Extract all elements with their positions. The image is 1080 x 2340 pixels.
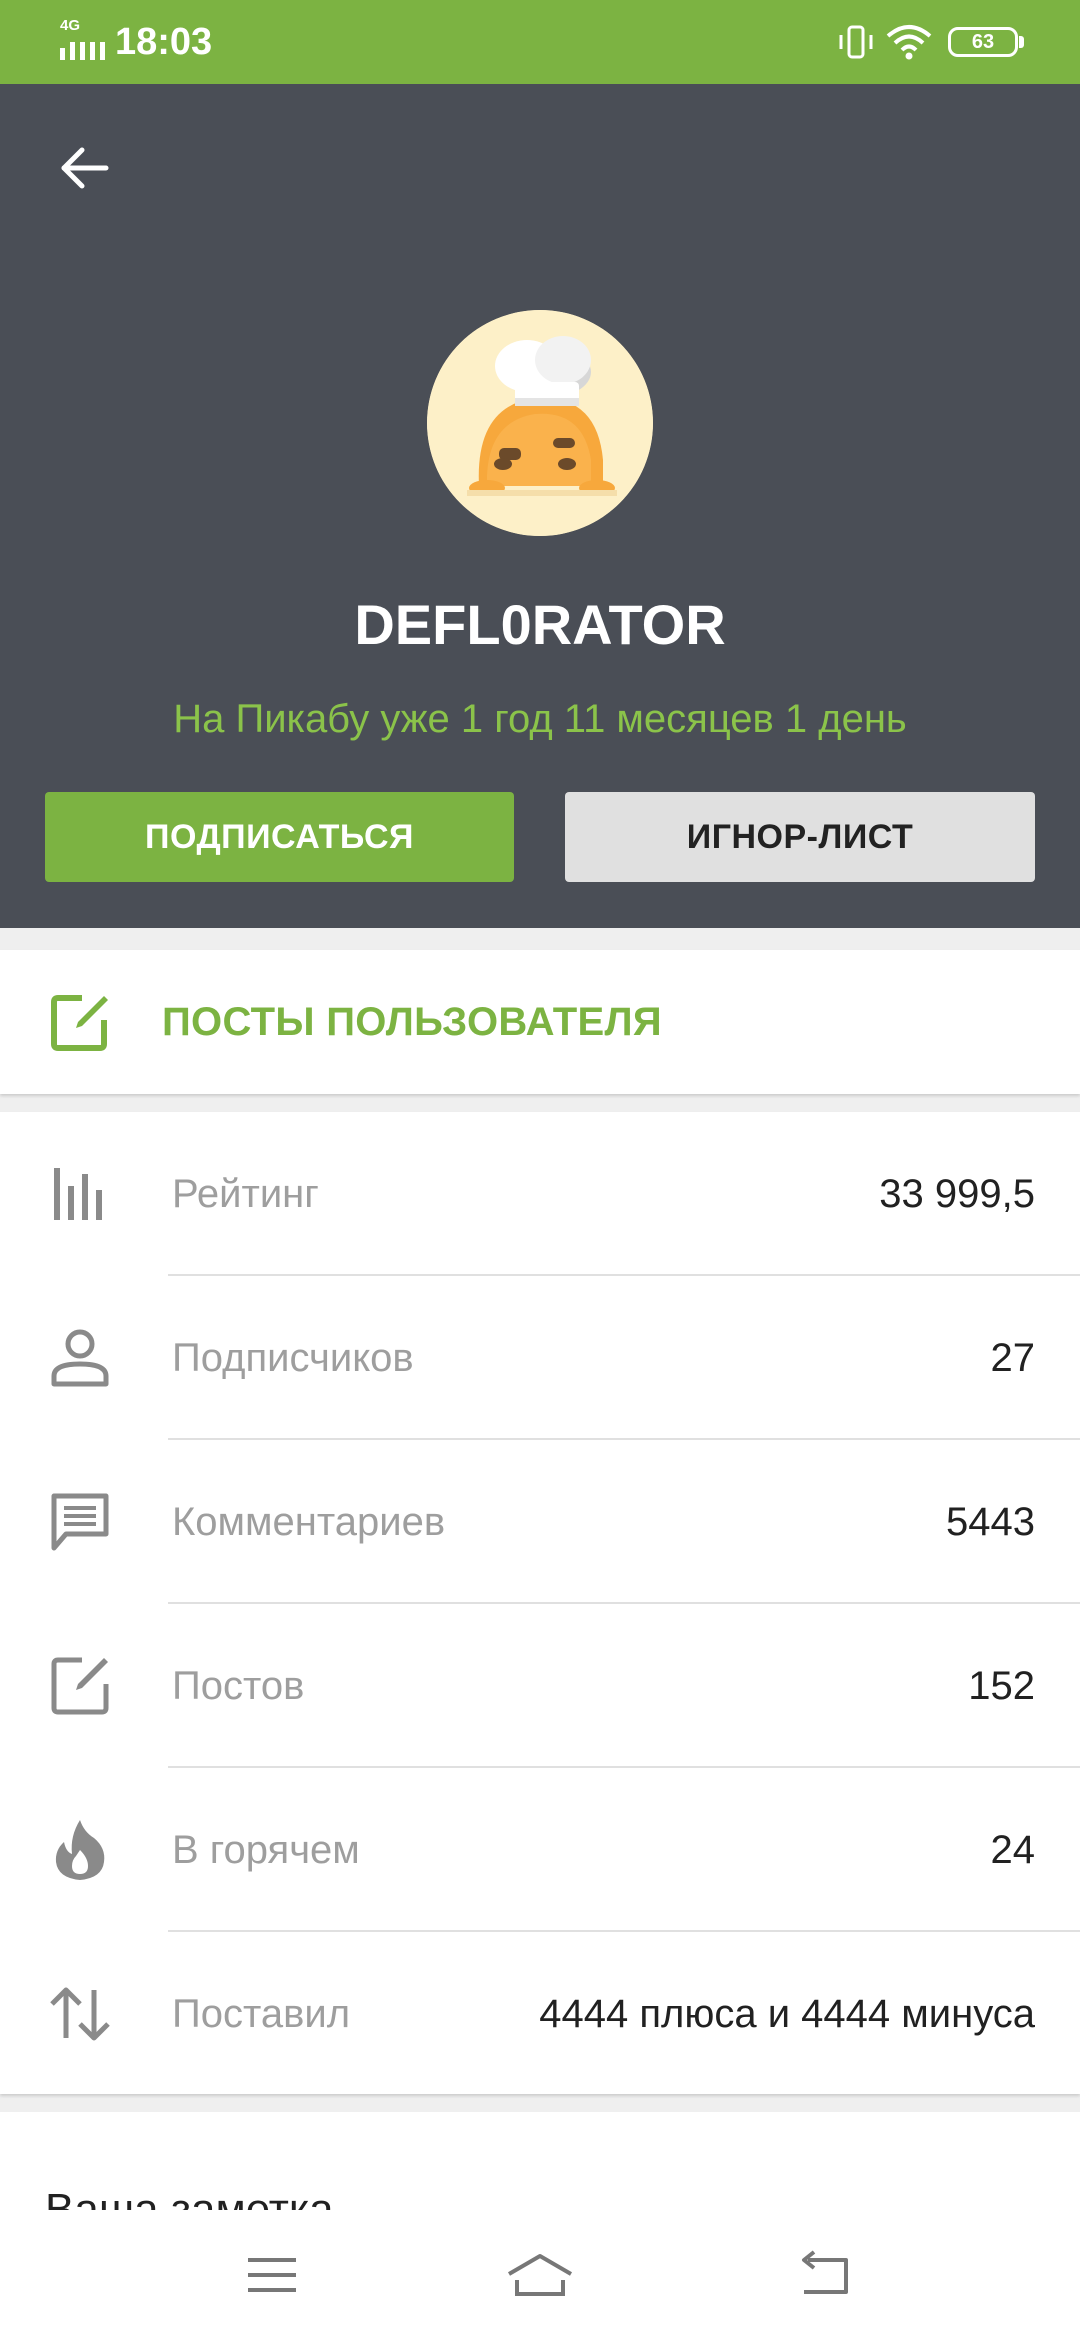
menu-icon bbox=[248, 2258, 296, 2292]
flame-icon bbox=[55, 1820, 105, 1880]
stat-label: Постов bbox=[172, 1664, 305, 1708]
stat-label: Подписчиков bbox=[172, 1336, 414, 1380]
ignore-list-button[interactable]: ИГНОР-ЛИСТ bbox=[565, 792, 1035, 882]
edit-square-icon bbox=[51, 1657, 109, 1715]
vibrate-icon bbox=[839, 25, 873, 59]
wifi-icon bbox=[886, 25, 932, 60]
user-posts-link[interactable]: ПОСТЫ ПОЛЬЗОВАТЕЛЯ bbox=[0, 950, 1080, 1094]
stat-label: Поставил bbox=[172, 1992, 351, 2036]
stat-row-hot: В горячем 24 bbox=[0, 1768, 1080, 1932]
clock: 18:03 bbox=[115, 21, 213, 63]
menu-nav-button[interactable] bbox=[232, 2240, 312, 2310]
stat-row-votes: Поставил 4444 плюса и 4444 минуса bbox=[0, 1932, 1080, 2096]
stat-value: 33 999,5 bbox=[879, 1172, 1035, 1216]
user-stats-list: Рейтинг 33 999,5 Подписчиков 27 Коммента… bbox=[0, 1112, 1080, 2094]
profile-header: DEFL0RATOR На Пикабу уже 1 год 11 месяце… bbox=[0, 84, 1080, 928]
person-icon bbox=[51, 1329, 109, 1387]
stat-row-rating: Рейтинг 33 999,5 bbox=[0, 1112, 1080, 1276]
home-icon bbox=[507, 2254, 573, 2296]
comment-icon bbox=[51, 1493, 109, 1551]
profile-page: 4G 18:03 63 DEFL0RATOR На Пикабу уже 1 г… bbox=[0, 0, 1080, 2340]
edit-square-icon bbox=[51, 995, 108, 1051]
stat-row-posts: Постов 152 bbox=[0, 1604, 1080, 1768]
stat-value: 4444 плюса и 4444 минуса bbox=[539, 1992, 1035, 2036]
up-down-arrows-icon bbox=[50, 1987, 110, 2041]
user-posts-label: ПОСТЫ ПОЛЬЗОВАТЕЛЯ bbox=[162, 1000, 662, 1044]
battery-icon: 63 bbox=[948, 27, 1018, 57]
arrow-left-icon bbox=[61, 147, 109, 189]
back-nav-button[interactable] bbox=[784, 2240, 864, 2310]
back-nav-icon bbox=[802, 2250, 848, 2294]
subscribe-button[interactable]: ПОДПИСАТЬСЯ bbox=[45, 792, 514, 882]
stat-value: 27 bbox=[990, 1336, 1036, 1380]
bar-chart-icon bbox=[54, 1168, 102, 1220]
battery-percent: 63 bbox=[971, 31, 995, 53]
stat-row-comments: Комментариев 5443 bbox=[0, 1440, 1080, 1604]
status-bar: 4G 18:03 63 bbox=[0, 0, 1080, 84]
username: DEFL0RATOR bbox=[354, 593, 726, 656]
chef-bun-avatar bbox=[427, 310, 653, 536]
battery-tip bbox=[1019, 36, 1024, 48]
stat-row-subscribers: Подписчиков 27 bbox=[0, 1276, 1080, 1440]
avatar bbox=[427, 310, 653, 536]
stat-label: В горячем bbox=[172, 1828, 360, 1872]
stat-label: Комментариев bbox=[172, 1500, 446, 1544]
member-since-text: На Пикабу уже 1 год 11 месяцев 1 день bbox=[173, 697, 907, 741]
home-nav-button[interactable] bbox=[500, 2240, 580, 2310]
stat-value: 152 bbox=[968, 1664, 1035, 1708]
stat-value: 5443 bbox=[946, 1500, 1035, 1544]
signal-icon bbox=[60, 42, 105, 60]
stat-label: Рейтинг bbox=[172, 1172, 319, 1216]
back-button[interactable] bbox=[40, 124, 128, 212]
system-nav-bar bbox=[0, 2210, 1080, 2340]
stat-value: 24 bbox=[990, 1828, 1036, 1872]
